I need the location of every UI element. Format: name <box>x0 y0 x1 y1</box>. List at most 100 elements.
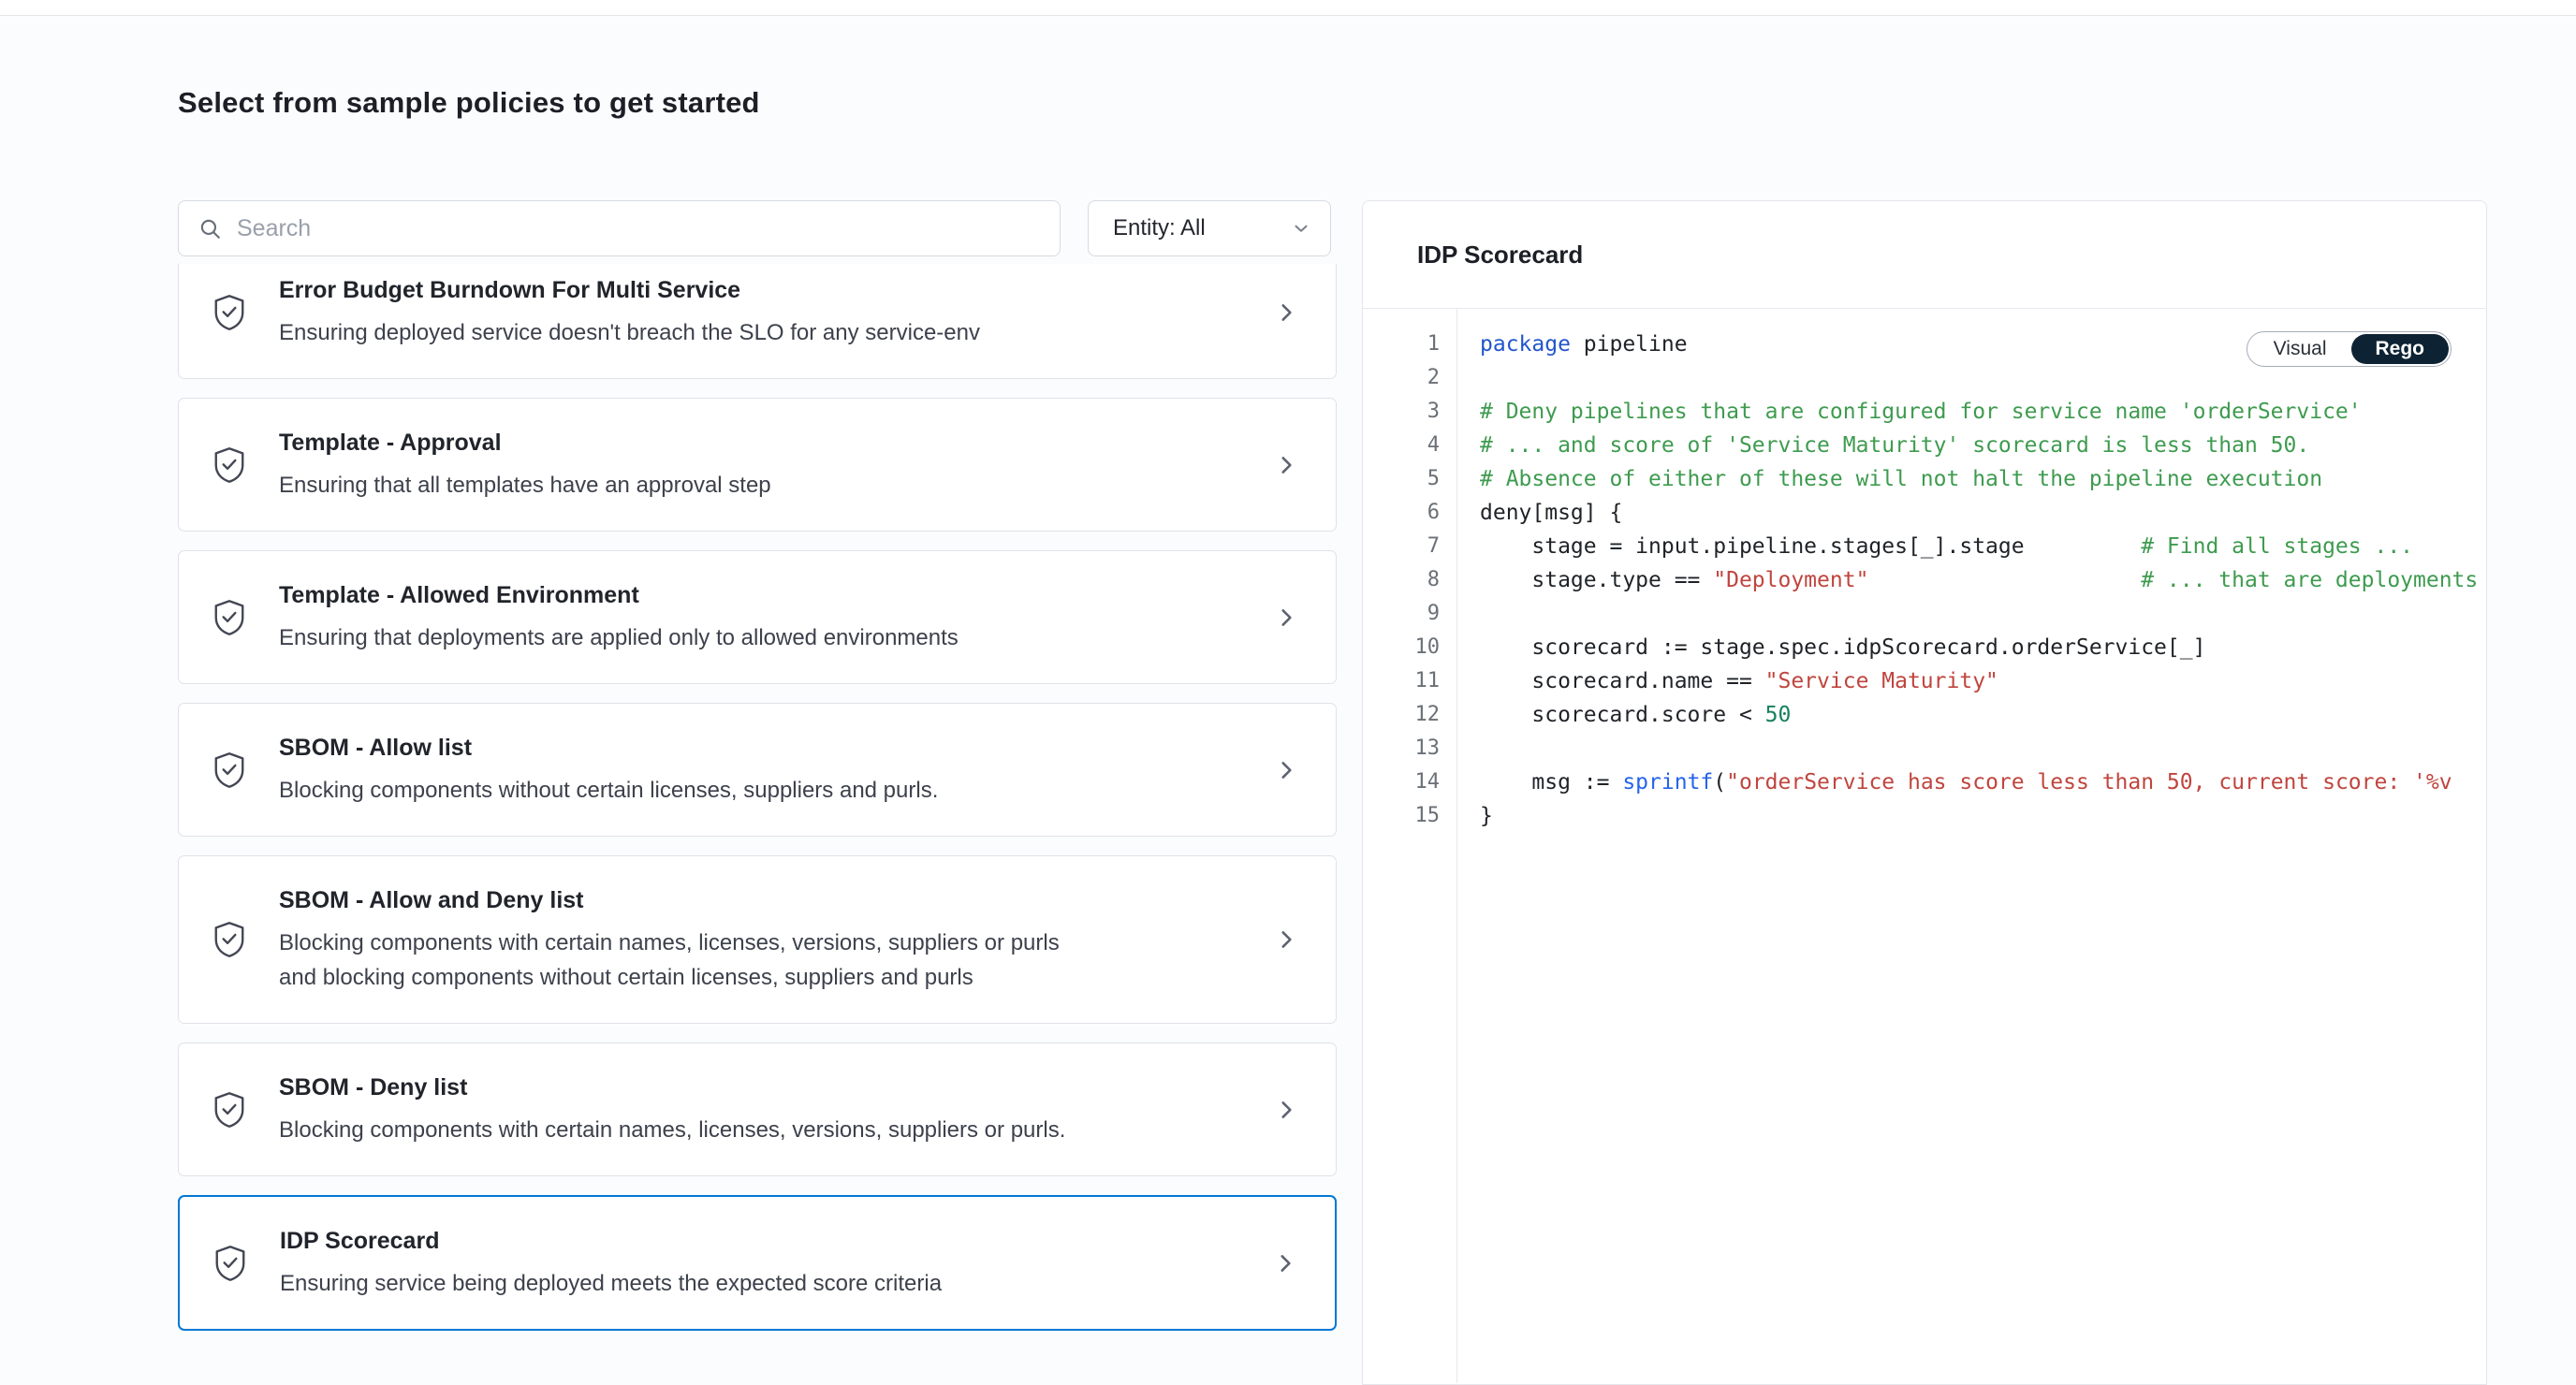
policy-shield-check-icon <box>212 293 249 332</box>
line-number: 1 <box>1363 328 1456 361</box>
policy-card-text: SBOM - Deny list Blocking components with… <box>279 1043 1065 1175</box>
policy-shield-check-icon <box>212 751 249 790</box>
policy-description: Blocking components with certain names, … <box>279 1113 1065 1147</box>
chevron-right-icon[interactable] <box>1274 453 1298 477</box>
policy-card-sbom-allow-list[interactable]: SBOM - Allow listBlocking components wit… <box>178 703 1337 837</box>
code-text: # Absence of either of these will not ha… <box>1456 462 2486 496</box>
chevron-right-icon[interactable] <box>1273 1251 1297 1276</box>
toggle-visual[interactable]: Visual <box>2249 334 2351 364</box>
code-token-plain: deny[msg] { <box>1480 501 1622 525</box>
entity-filter-dropdown[interactable]: Entity: All <box>1088 200 1331 256</box>
code-line-10: 10 scorecard := stage.spec.idpScorecard.… <box>1363 631 2486 664</box>
policy-title: SBOM - Deny list <box>279 1072 1065 1102</box>
code-line-4: 4# ... and score of 'Service Maturity' s… <box>1363 429 2486 462</box>
code-line-15: 15} <box>1363 799 2486 833</box>
policy-description: Ensuring that deployments are applied on… <box>279 620 959 655</box>
code-line-6: 6 deny[msg] { <box>1363 496 2486 530</box>
policy-card-idp-scorecard[interactable]: IDP Scorecard Ensuring service being depl… <box>178 1195 1337 1331</box>
code-token-plain: stage = input.pipeline.stages[_].stage <box>1480 534 2141 559</box>
code-token-string: "Deployment" <box>1713 568 1868 592</box>
code-text: scorecard.score < 50 <box>1456 698 2486 732</box>
policy-title: SBOM - Allow and Deny list <box>279 885 1093 915</box>
code-token-plain: scorecard.name == <box>1480 669 1765 693</box>
chevron-right-icon[interactable] <box>1274 758 1298 782</box>
policy-shield-check-icon <box>212 920 249 959</box>
line-number: 5 <box>1363 462 1456 496</box>
code-token-plain: msg := <box>1480 770 1622 795</box>
line-number: 3 <box>1363 395 1456 429</box>
policy-description: Ensuring deployed service doesn't breach… <box>279 315 980 350</box>
line-number: 6 <box>1363 496 1456 530</box>
code-token-string: "orderService has score less than 50, cu… <box>1726 770 2452 795</box>
code-token-string: "Service Maturity" <box>1765 669 1998 693</box>
line-number: 10 <box>1363 631 1456 664</box>
code-line-8: 8 stage.type == "Deployment" # ... that … <box>1363 563 2486 597</box>
line-number: 12 <box>1363 698 1456 732</box>
code-token-plain: ( <box>1713 770 1726 795</box>
entity-filter-label: Entity: All <box>1113 215 1206 241</box>
policy-card-sbom-allow-and-deny-list[interactable]: SBOM - Allow and Deny list Blocking compo… <box>178 855 1337 1024</box>
policy-description: Ensuring that all templates have an appr… <box>279 468 771 503</box>
policy-card-template-allowed-environment[interactable]: Template - Allowed Environment Ensuring t… <box>178 550 1337 684</box>
code-line-7: 7 stage = input.pipeline.stages[_].stage… <box>1363 530 2486 563</box>
search-box[interactable] <box>178 200 1061 256</box>
code-text: deny[msg] { <box>1456 496 2486 530</box>
code-token-comment: # Deny pipelines that are configured for… <box>1480 400 2362 424</box>
code-token-keyword: package <box>1480 332 1571 357</box>
policy-card-text: SBOM - Allow and Deny list Blocking compo… <box>279 856 1093 1023</box>
policy-card-text: IDP Scorecard Ensuring service being depl… <box>280 1197 942 1329</box>
policy-title: Template - Allowed Environment <box>279 580 959 610</box>
top-bar <box>0 0 2576 16</box>
line-number: 14 <box>1363 765 1456 799</box>
line-number: 7 <box>1363 530 1456 563</box>
chevron-right-icon[interactable] <box>1274 605 1298 630</box>
toggle-rego[interactable]: Rego <box>2351 334 2450 364</box>
policy-list: Error Budget Burndown For Multi ServiceE… <box>178 264 1337 1370</box>
chevron-right-icon[interactable] <box>1274 927 1298 952</box>
policy-card-text: Template - Allowed Environment Ensuring t… <box>279 551 959 683</box>
code-view-toggle[interactable]: Visual Rego <box>2247 331 2452 367</box>
code-token-comment: # ... and score of 'Service Maturity' sc… <box>1480 433 2309 458</box>
policy-title: Template - Approval <box>279 428 771 458</box>
policy-description: Ensuring service being deployed meets th… <box>280 1266 942 1301</box>
code-text <box>1456 597 2486 631</box>
policy-shield-check-icon <box>212 445 249 485</box>
code-line-3: 3 # Deny pipelines that are configured fo… <box>1363 395 2486 429</box>
code-text: stage.type == "Deployment" # ... that ar… <box>1456 563 2486 597</box>
chevron-right-icon[interactable] <box>1274 1098 1298 1122</box>
policy-preview-panel: IDP Scorecard Visual Rego 1 package pipel… <box>1362 200 2487 1385</box>
code-line-12: 12 scorecard.score < 50 <box>1363 698 2486 732</box>
line-number: 13 <box>1363 732 1456 765</box>
code-token-comment: # Absence of either of these will not ha… <box>1480 467 2322 491</box>
policy-card-sbom-deny-list[interactable]: SBOM - Deny list Blocking components with… <box>178 1042 1337 1176</box>
chevron-down-icon <box>1291 218 1311 239</box>
line-number: 2 <box>1363 361 1456 395</box>
code-text: scorecard.name == "Service Maturity" <box>1456 664 2486 698</box>
code-token-plain: pipeline <box>1571 332 1688 357</box>
code-token-builtin: sprintf <box>1622 770 1713 795</box>
policy-shield-check-icon <box>212 1090 249 1130</box>
code-token-plain: } <box>1480 804 1493 828</box>
policy-title: IDP Scorecard <box>280 1226 942 1256</box>
search-input[interactable] <box>235 201 1060 255</box>
code-text: stage = input.pipeline.stages[_].stage #… <box>1456 530 2486 563</box>
policy-description: Blocking components with certain names, … <box>279 926 1093 995</box>
line-number: 9 <box>1363 597 1456 631</box>
page-title: Select from sample policies to get start… <box>178 86 760 120</box>
code-text: msg := sprintf("orderService has score l… <box>1456 765 2486 799</box>
policy-card-text: Error Budget Burndown For Multi ServiceE… <box>279 264 980 378</box>
code-text: scorecard := stage.spec.idpScorecard.ord… <box>1456 631 2486 664</box>
policy-shield-check-icon <box>212 1244 250 1283</box>
code-editor: Visual Rego 1 package pipeline 23 # Deny pi… <box>1363 309 2486 1383</box>
policy-card-text: SBOM - Allow listBlocking components wit… <box>279 704 938 836</box>
code-text <box>1456 732 2486 765</box>
code-line-14: 14 msg := sprintf("orderService has scor… <box>1363 765 2486 799</box>
policy-card-text: Template - Approval Ensuring that all tem… <box>279 399 771 531</box>
policy-card-template-approval[interactable]: Template - Approval Ensuring that all tem… <box>178 398 1337 532</box>
code-text: } <box>1456 799 2486 833</box>
code-lines: 1 package pipeline 23 # Deny pipelines that… <box>1363 309 2486 833</box>
chevron-right-icon[interactable] <box>1274 300 1298 325</box>
line-number: 11 <box>1363 664 1456 698</box>
policy-card-error-budget-burndown-for-multi-service[interactable]: Error Budget Burndown For Multi ServiceE… <box>178 264 1337 379</box>
preview-panel-header: IDP Scorecard <box>1363 201 2486 309</box>
